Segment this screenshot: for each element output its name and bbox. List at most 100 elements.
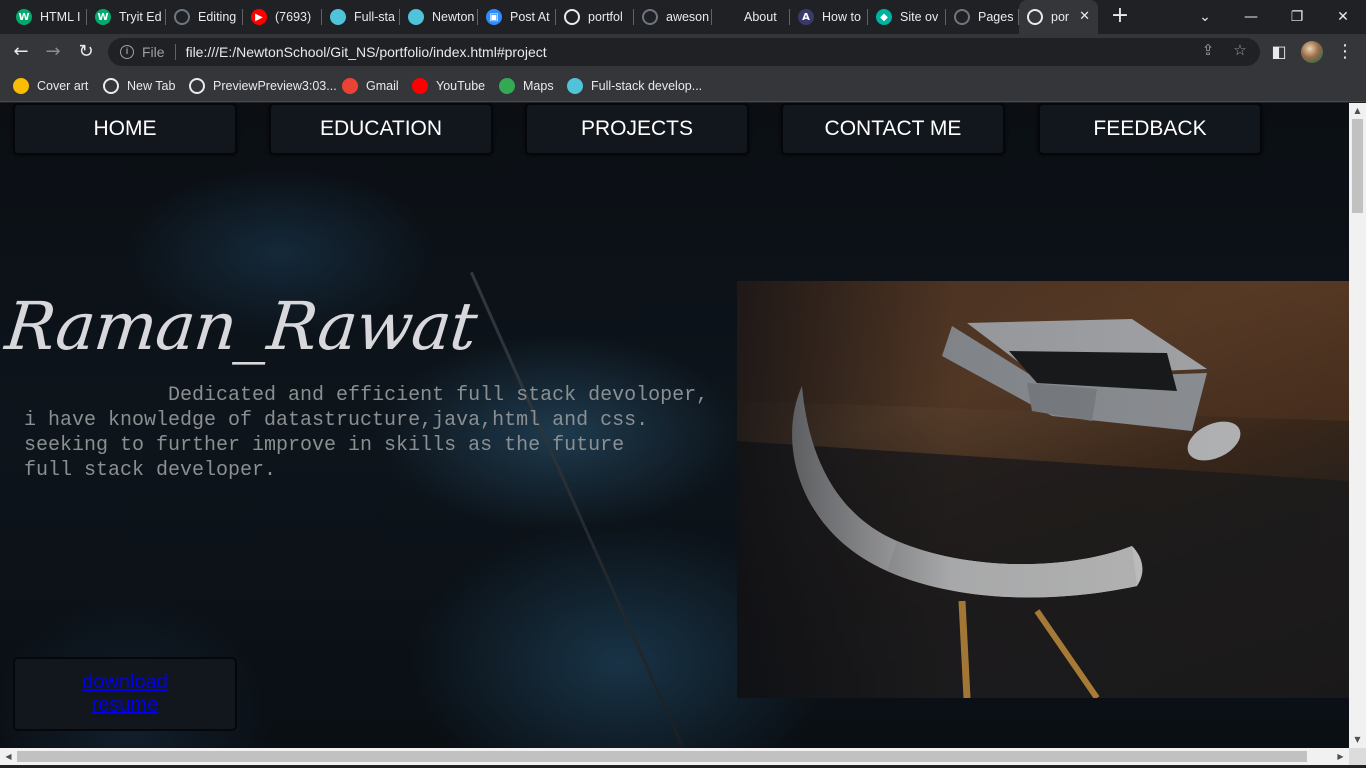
blank-icon (720, 9, 736, 25)
gmail-icon (342, 78, 358, 94)
browser-tab[interactable]: Newton (400, 0, 478, 34)
vertical-scroll-thumb[interactable] (1352, 119, 1363, 213)
desk-laptop-image (737, 281, 1349, 698)
globe-icon (1027, 9, 1043, 25)
reload-button[interactable]: ↻ (74, 40, 98, 64)
scrollbar-corner (1349, 748, 1366, 765)
tab-title: Newton (432, 10, 475, 24)
newton-icon (330, 9, 346, 25)
youtube-icon: ▶ (251, 9, 267, 25)
scheme-label: File (142, 44, 165, 60)
bookmark-item[interactable]: Cover art (13, 76, 88, 96)
github-icon (642, 9, 658, 25)
tab-search-button[interactable]: ⌄ (1182, 0, 1228, 34)
nav-feedback-button[interactable]: FEEDBACK (1038, 103, 1262, 155)
github-icon (174, 9, 190, 25)
close-window-button[interactable]: ✕ (1320, 0, 1366, 34)
scroll-left-arrow-icon[interactable]: ◀ (0, 748, 17, 765)
nav-home-button[interactable]: HOME (13, 103, 237, 155)
url-text[interactable]: file:///E:/NewtonSchool/Git_NS/portfolio… (186, 44, 547, 60)
tab-title: Tryit Ed (119, 10, 162, 24)
globe-icon (103, 78, 119, 94)
nav-contact-button[interactable]: CONTACT ME (781, 103, 1005, 155)
scroll-down-arrow-icon[interactable]: ▼ (1349, 732, 1366, 748)
horizontal-scroll-thumb[interactable] (17, 751, 1307, 762)
page-viewport: HOME EDUCATION PROJECTS CONTACT ME FEEDB… (0, 103, 1349, 748)
tab-title: por (1051, 10, 1070, 24)
vertical-scrollbar[interactable]: ▲ ▼ (1349, 103, 1366, 748)
maps-icon (499, 78, 515, 94)
resume-box: download resume (13, 657, 237, 731)
bookmark-label: Maps (523, 79, 554, 93)
browser-tab[interactable]: aweson (634, 0, 712, 34)
github-icon (954, 9, 970, 25)
bookmark-label: Cover art (37, 79, 89, 93)
tab-title: How to (822, 10, 861, 24)
bookmark-label: YouTube (436, 79, 486, 93)
omnibox-divider (174, 44, 176, 60)
globe-icon (189, 78, 205, 94)
photos-icon (13, 78, 29, 94)
restore-button[interactable]: ❐ (1274, 0, 1320, 34)
browser-menu-icon[interactable]: ⋮ (1336, 40, 1354, 64)
site-info-icon[interactable]: i (120, 45, 134, 59)
bookmark-label: Gmail (366, 79, 399, 93)
bookmark-label: New Tab (127, 79, 176, 93)
tab-title: HTML I (40, 10, 81, 24)
tab-title: Pages (978, 10, 1014, 24)
browser-tab[interactable]: Pages (946, 0, 1019, 34)
tab-strip: W HTML I W Tryit Ed Editing ▶ (7693) Full-sta Ne… (0, 0, 1366, 34)
browser-tab[interactable]: Full-sta (322, 0, 400, 34)
bookmark-item[interactable]: Gmail (342, 76, 399, 96)
minimize-button[interactable]: — (1228, 0, 1274, 34)
newton-icon (408, 9, 424, 25)
browser-tab[interactable]: A How to (790, 0, 868, 34)
side-panel-icon[interactable]: ◧ (1267, 40, 1291, 64)
bookmark-item[interactable]: Full-stack develop... (567, 76, 702, 96)
new-tab-button[interactable]: + (1108, 5, 1132, 29)
author-name-heading: Raman_Rawat (1, 288, 480, 365)
horizontal-scrollbar[interactable]: ◀ ▶ (0, 748, 1349, 765)
zoom-icon: ▣ (486, 9, 502, 25)
bookmark-label: Full-stack develop... (591, 79, 703, 93)
browser-tab[interactable]: W HTML I (8, 0, 87, 34)
browser-tab[interactable]: ▣ Post At (478, 0, 556, 34)
bookmarks-bar: Cover art New Tab PreviewPreview3:03... Gma… (0, 70, 1366, 102)
forward-button[interactable]: → (41, 40, 65, 64)
profile-avatar[interactable] (1301, 41, 1323, 63)
browser-tab[interactable]: portfol (556, 0, 634, 34)
angular-icon: A (798, 9, 814, 25)
scroll-up-arrow-icon[interactable]: ▲ (1349, 103, 1366, 119)
tab-title: Site ov (900, 10, 939, 24)
browser-tab[interactable]: Editing (166, 0, 243, 34)
download-resume-link[interactable]: download resume (75, 671, 175, 717)
bookmark-item[interactable]: PreviewPreview3:03... (189, 76, 337, 96)
browser-tab[interactable]: ◆ Site ov (868, 0, 946, 34)
bookmark-star-icon[interactable]: ☆ (1230, 40, 1250, 60)
browser-tab[interactable]: ▶ (7693) (243, 0, 322, 34)
nav-education-button[interactable]: EDUCATION (269, 103, 493, 155)
browser-tab[interactable]: About (712, 0, 790, 34)
w3schools-icon: W (95, 9, 111, 25)
back-button[interactable]: ← (9, 40, 33, 64)
diamond-icon: ◆ (876, 9, 892, 25)
newton-icon (567, 78, 583, 94)
tab-title: About (744, 10, 777, 24)
bookmark-item[interactable]: New Tab (103, 76, 175, 96)
share-icon[interactable]: ⇪ (1198, 40, 1218, 60)
close-tab-icon[interactable]: ✕ (1079, 9, 1090, 24)
nav-projects-button[interactable]: PROJECTS (525, 103, 749, 155)
tab-title: portfol (588, 10, 623, 24)
photo-shade-overlay (737, 281, 1349, 698)
bookmark-item[interactable]: Maps (499, 76, 554, 96)
w3schools-icon: W (16, 9, 32, 25)
browser-tab[interactable]: por ✕ (1019, 0, 1098, 34)
address-bar[interactable]: i File file:///E:/NewtonSchool/Git_NS/po… (108, 38, 1260, 66)
browser-tab[interactable]: W Tryit Ed (87, 0, 166, 34)
bookmark-item[interactable]: YouTube (412, 76, 485, 96)
bio-text: Dedicated and efficient full stack devol… (24, 384, 709, 482)
tab-title: Post At (510, 10, 550, 24)
scroll-right-arrow-icon[interactable]: ▶ (1332, 748, 1349, 765)
tab-title: (7693) (275, 10, 312, 24)
tab-title: aweson (666, 10, 710, 24)
